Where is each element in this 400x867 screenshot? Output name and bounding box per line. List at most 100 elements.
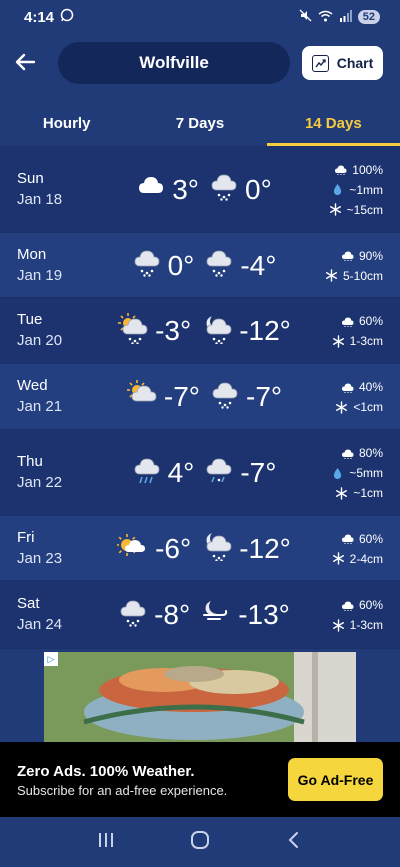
chevron-left-icon — [288, 831, 298, 848]
moon-cloud-snow-icon — [201, 529, 233, 568]
precipitation-line: 100% — [329, 160, 383, 180]
precipitation-info: 80% ~5mm ~1cm — [331, 443, 383, 503]
go-ad-free-button[interactable]: Go Ad-Free — [288, 758, 383, 801]
snowflake-icon — [332, 334, 345, 348]
precipitation-value: 40% — [358, 380, 383, 394]
moon-wind-icon — [200, 597, 232, 634]
temperature-range: 0° -4° — [106, 248, 306, 284]
day-name: Mon — [17, 245, 47, 263]
precipitation-info: 100% ~1mm ~15cm — [329, 160, 383, 220]
day-row[interactable]: Sun Jan 18 3° 0° 100% ~1mm ~15cm — [0, 146, 400, 233]
high-temperature: -7° — [163, 381, 200, 412]
temperature-range: -8° -13° — [106, 597, 306, 633]
high-temperature: -6° — [155, 532, 192, 564]
chart-button[interactable]: Chart — [302, 46, 383, 80]
battery-indicator: 52 — [357, 10, 380, 24]
rain-drop-icon — [331, 467, 344, 480]
precipitation-value: 60% — [358, 598, 383, 612]
status-bar: 4:14 52 — [0, 0, 400, 34]
sun-cloud-snow-icon — [117, 312, 149, 351]
snowflake-icon — [335, 400, 348, 414]
chart-icon — [311, 54, 329, 72]
high-temperature: 0° — [167, 249, 195, 281]
home-icon — [190, 830, 209, 849]
high-temperature: 4° — [167, 457, 195, 488]
ad-banner[interactable]: ▷ — [0, 652, 400, 742]
day-name: Fri — [17, 528, 35, 546]
day-date: Jan 24 — [17, 616, 63, 633]
promo-banner: Zero Ads. 100% Weather. Subscribe for an… — [0, 742, 400, 817]
sleet-icon — [204, 454, 234, 493]
snow-icon — [132, 246, 162, 285]
cloud-icon — [341, 249, 354, 262]
snowflake-icon — [325, 269, 338, 282]
low-temperature: -12° — [239, 532, 291, 564]
ad-image[interactable]: ▷ — [44, 652, 356, 742]
rain-drop-icon — [331, 183, 344, 196]
precipitation-line: 1-3cm — [332, 331, 383, 351]
precipitation-line: ~5mm — [331, 463, 383, 483]
cloud-icon — [341, 315, 354, 328]
precipitation-line: 60% — [332, 595, 383, 615]
precipitation-line: <1cm — [335, 397, 383, 417]
snowflake-icon — [332, 618, 345, 632]
cloud-icon — [334, 163, 347, 176]
precipitation-line: 1-3cm — [332, 615, 383, 635]
snowflake-icon — [332, 552, 345, 565]
day-row[interactable]: Wed Jan 21 -7° -7° 40% <1cm — [0, 364, 400, 430]
moon-cloud-snow-icon — [201, 312, 233, 351]
promo-subtitle: Subscribe for an ad-free experience. — [17, 783, 228, 798]
ad-illustration — [44, 652, 356, 742]
back-nav-button[interactable] — [284, 830, 304, 855]
day-row[interactable]: Mon Jan 19 0° -4° 90% 5-10cm — [0, 233, 400, 298]
cloud-icon — [341, 532, 354, 545]
location-selector[interactable]: Wolfville — [58, 42, 290, 84]
snowflake-icon — [335, 486, 348, 500]
ad-choices-icon[interactable]: ▷ — [44, 652, 58, 666]
tab-14-days[interactable]: 14 Days — [266, 100, 400, 146]
precipitation-info: 60% 1-3cm — [332, 595, 383, 635]
recents-button[interactable] — [96, 831, 116, 854]
precipitation-line: 60% — [332, 311, 383, 331]
day-date: Jan 23 — [17, 549, 63, 567]
day-row[interactable]: Tue Jan 20 -3° -12° 60% 1-3cm — [0, 298, 400, 364]
precipitation-value: 90% — [358, 248, 383, 263]
precipitation-value: 1-3cm — [349, 334, 383, 348]
header: Wolfville Chart — [0, 34, 400, 94]
day-name: Sun — [17, 169, 44, 187]
home-button[interactable] — [189, 829, 211, 856]
precipitation-line: 80% — [331, 443, 383, 463]
high-temperature: -8° — [154, 599, 191, 630]
day-row[interactable]: Thu Jan 22 4° -7° 80% ~5mm ~1cm — [0, 430, 400, 516]
precipitation-line: ~1cm — [331, 483, 383, 503]
promo-title: Zero Ads. 100% Weather. — [17, 763, 195, 780]
temperature-range: -3° -12° — [106, 312, 306, 351]
day-date: Jan 20 — [17, 332, 63, 349]
snow-icon — [210, 378, 240, 417]
precipitation-line: 2-4cm — [332, 549, 383, 569]
back-button[interactable] — [12, 48, 40, 76]
signal-icon — [339, 9, 352, 25]
day-row[interactable]: Fri Jan 23 -6° -12° 60% 2-4cm — [0, 516, 400, 581]
whatsapp-icon — [60, 8, 74, 26]
sun-cloud-icon — [116, 530, 149, 567]
precipitation-value: <1cm — [353, 400, 383, 414]
precipitation-info: 60% 2-4cm — [332, 529, 383, 569]
tab-7-days[interactable]: 7 Days — [133, 100, 266, 146]
mute-icon — [299, 9, 312, 25]
precipitation-info: 60% 1-3cm — [332, 311, 383, 351]
day-row[interactable]: Sat Jan 24 -8° -13° 60% 1-3cm — [0, 581, 400, 649]
forecast-tabs: Hourly 7 Days 14 Days — [0, 100, 400, 146]
high-temperature: -3° — [155, 315, 192, 346]
tab-hourly[interactable]: Hourly — [0, 100, 133, 146]
low-temperature: -7° — [246, 381, 283, 412]
cloud-icon — [341, 381, 354, 394]
day-name: Thu — [17, 453, 43, 470]
precipitation-line: ~15cm — [329, 200, 383, 220]
precipitation-line: ~1mm — [329, 180, 383, 200]
low-temperature: -7° — [240, 457, 277, 488]
precipitation-value: ~5mm — [349, 466, 383, 480]
day-date: Jan 18 — [17, 190, 63, 208]
precipitation-value: ~1mm — [349, 182, 383, 197]
precipitation-line: 60% — [332, 529, 383, 549]
